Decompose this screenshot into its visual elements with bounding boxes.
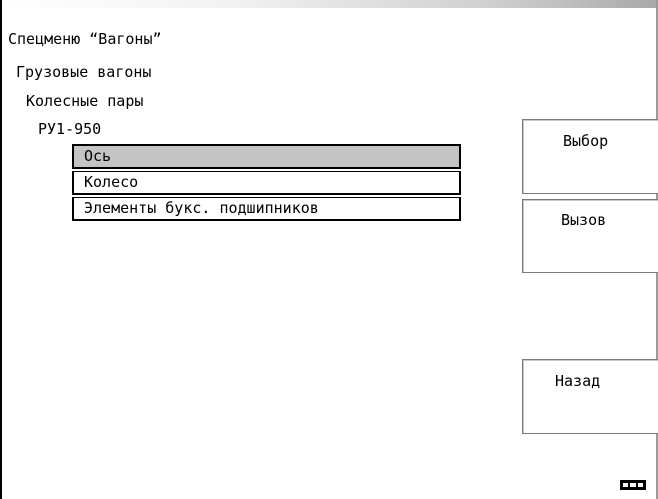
breadcrumb-special-menu: Спецменю “Вагоны” (8, 30, 162, 48)
menu-item-wheel[interactable]: Колесо (72, 171, 461, 195)
call-button[interactable]: Вызов (522, 199, 658, 273)
menu-list: Ось Колесо Элементы букс. подшипников (72, 144, 461, 221)
back-button[interactable]: Назад (522, 359, 658, 434)
screen: Спецменю “Вагоны” Грузовые вагоны Колесн… (0, 0, 658, 499)
breadcrumb-freight-cars: Грузовые вагоны (16, 63, 152, 81)
breadcrumb-wheelsets: Колесные пары (26, 92, 144, 110)
battery-cell (630, 483, 636, 487)
battery-icon (620, 480, 646, 490)
select-button-label: Выбор (563, 132, 609, 150)
battery-cell (637, 483, 643, 487)
menu-item-bearing-elements[interactable]: Элементы букс. подшипников (72, 197, 461, 221)
menu-item-axle[interactable]: Ось (72, 144, 461, 169)
battery-cell (623, 483, 629, 487)
window-left-border (0, 0, 2, 499)
window-top-bar (0, 0, 658, 8)
call-button-label: Вызов (561, 211, 607, 229)
back-button-label: Назад (555, 372, 601, 390)
select-button[interactable]: Выбор (522, 119, 658, 194)
breadcrumb-ru1-950: РУ1-950 (38, 120, 102, 138)
